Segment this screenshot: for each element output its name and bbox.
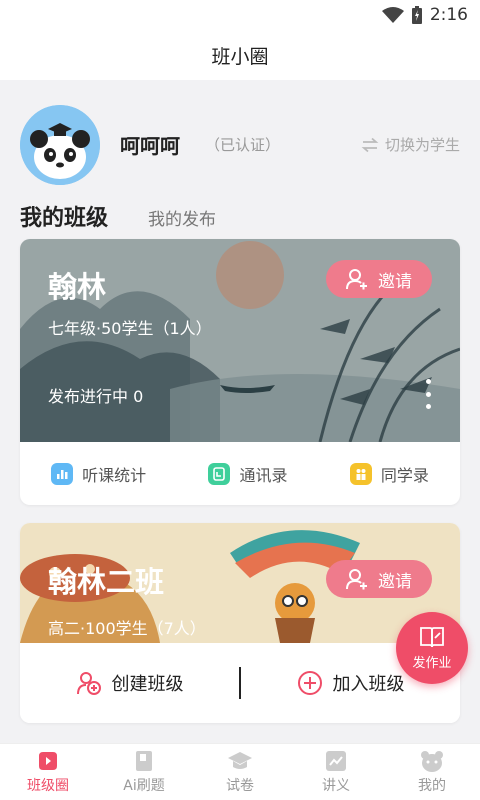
- title-bar: 班小圈: [0, 30, 480, 80]
- nav-exam-papers[interactable]: 试卷: [192, 744, 288, 800]
- nav-ai-practice[interactable]: Ai刷题: [96, 744, 192, 800]
- class-tabs: 我的班级 我的发布: [20, 200, 216, 232]
- class-create-join-bar: 创建班级 加入班级: [20, 643, 460, 723]
- attendance-stats-button[interactable]: 听课统计: [51, 462, 146, 486]
- panda-avatar-icon: [20, 105, 100, 185]
- swap-icon: [361, 137, 379, 152]
- class-info: 高二·100学生（7人）: [48, 619, 206, 638]
- class-banner: 翰林 七年级·50学生（1人） 发布进行中 0 邀请: [20, 239, 460, 442]
- graduation-cap-icon: [228, 751, 252, 769]
- class-info: 七年级·50学生（1人）: [48, 319, 212, 338]
- battery-icon: [411, 6, 422, 24]
- class-banner: 翰林二班 高二·100学生（7人） 邀请: [20, 523, 460, 643]
- fab-label: 发作业: [412, 656, 452, 671]
- bear-icon: [421, 750, 443, 772]
- publish-progress: 发布进行中 0: [48, 387, 144, 406]
- nav-label: 讲义: [322, 777, 350, 794]
- nav-profile[interactable]: 我的: [384, 744, 480, 800]
- class-circle-icon: [39, 751, 57, 770]
- class-name: 翰林: [48, 270, 107, 304]
- invite-label: 邀请: [378, 271, 412, 292]
- tab-my-posts[interactable]: 我的发布: [148, 205, 216, 232]
- class-card[interactable]: 翰林二班 高二·100学生（7人） 邀请 创建班级 加入班级: [20, 523, 460, 723]
- contacts-icon: [208, 462, 231, 485]
- nav-label: Ai刷题: [123, 777, 165, 794]
- nav-label: 试卷: [226, 777, 254, 794]
- action-label: 听课统计: [82, 465, 147, 485]
- dot: [425, 391, 431, 397]
- nav-class-circle[interactable]: 班级圈: [0, 744, 96, 800]
- nav-handouts[interactable]: 讲义: [288, 744, 384, 800]
- create-group-icon: [76, 672, 101, 695]
- classmates-button[interactable]: 同学录: [349, 462, 429, 486]
- bottom-nav: 班级圈 Ai刷题 试卷 讲义 我的: [0, 743, 480, 800]
- plus-circle-icon: [297, 671, 322, 695]
- create-class-label: 创建班级: [111, 674, 184, 695]
- verified-label: （已认证）: [205, 136, 281, 154]
- book-icon: [136, 750, 152, 771]
- class-card[interactable]: 翰林 七年级·50学生（1人） 发布进行中 0 邀请 听课统计 通讯录 同学录: [20, 239, 460, 505]
- avatar[interactable]: [20, 105, 100, 185]
- status-right: 2:16: [381, 5, 468, 25]
- trend-icon: [326, 750, 346, 771]
- status-bar: 2:16: [0, 0, 480, 30]
- tab-my-classes[interactable]: 我的班级: [20, 200, 108, 232]
- nav-label: 班级圈: [27, 777, 69, 794]
- switch-role-button[interactable]: 切换为学生: [361, 134, 460, 155]
- nav-label: 我的: [418, 777, 446, 794]
- invite-button[interactable]: 邀请: [326, 260, 432, 298]
- status-time: 2:16: [429, 5, 468, 25]
- create-class-button[interactable]: 创建班级: [20, 670, 239, 696]
- wifi-icon: [381, 7, 404, 23]
- main-content: 呵呵呵 （已认证） 切换为学生 我的班级 我的发布 翰林 七年级·50学生（1人…: [0, 80, 480, 743]
- homework-book-icon: [420, 627, 444, 648]
- invite-button[interactable]: 邀请: [326, 560, 432, 598]
- add-user-icon: [346, 569, 367, 590]
- class-name: 翰林二班: [48, 565, 165, 599]
- page-title: 班小圈: [211, 45, 269, 68]
- invite-label: 邀请: [378, 571, 412, 592]
- join-class-label: 加入班级: [332, 674, 405, 695]
- dot: [425, 379, 431, 384]
- switch-role-label: 切换为学生: [384, 136, 460, 154]
- action-label: 同学录: [380, 465, 429, 485]
- chart-icon: [51, 462, 74, 485]
- contacts-button[interactable]: 通讯录: [208, 462, 288, 486]
- post-homework-button[interactable]: 发作业: [396, 612, 468, 684]
- dot: [425, 404, 431, 409]
- add-user-icon: [346, 269, 367, 290]
- class-actions: 听课统计 通讯录 同学录: [20, 442, 460, 505]
- more-options-icon[interactable]: [424, 379, 432, 409]
- username: 呵呵呵: [120, 134, 180, 158]
- action-label: 通讯录: [239, 465, 288, 485]
- profile-row: 呵呵呵 （已认证） 切换为学生: [20, 105, 460, 185]
- classmates-icon: [349, 462, 372, 485]
